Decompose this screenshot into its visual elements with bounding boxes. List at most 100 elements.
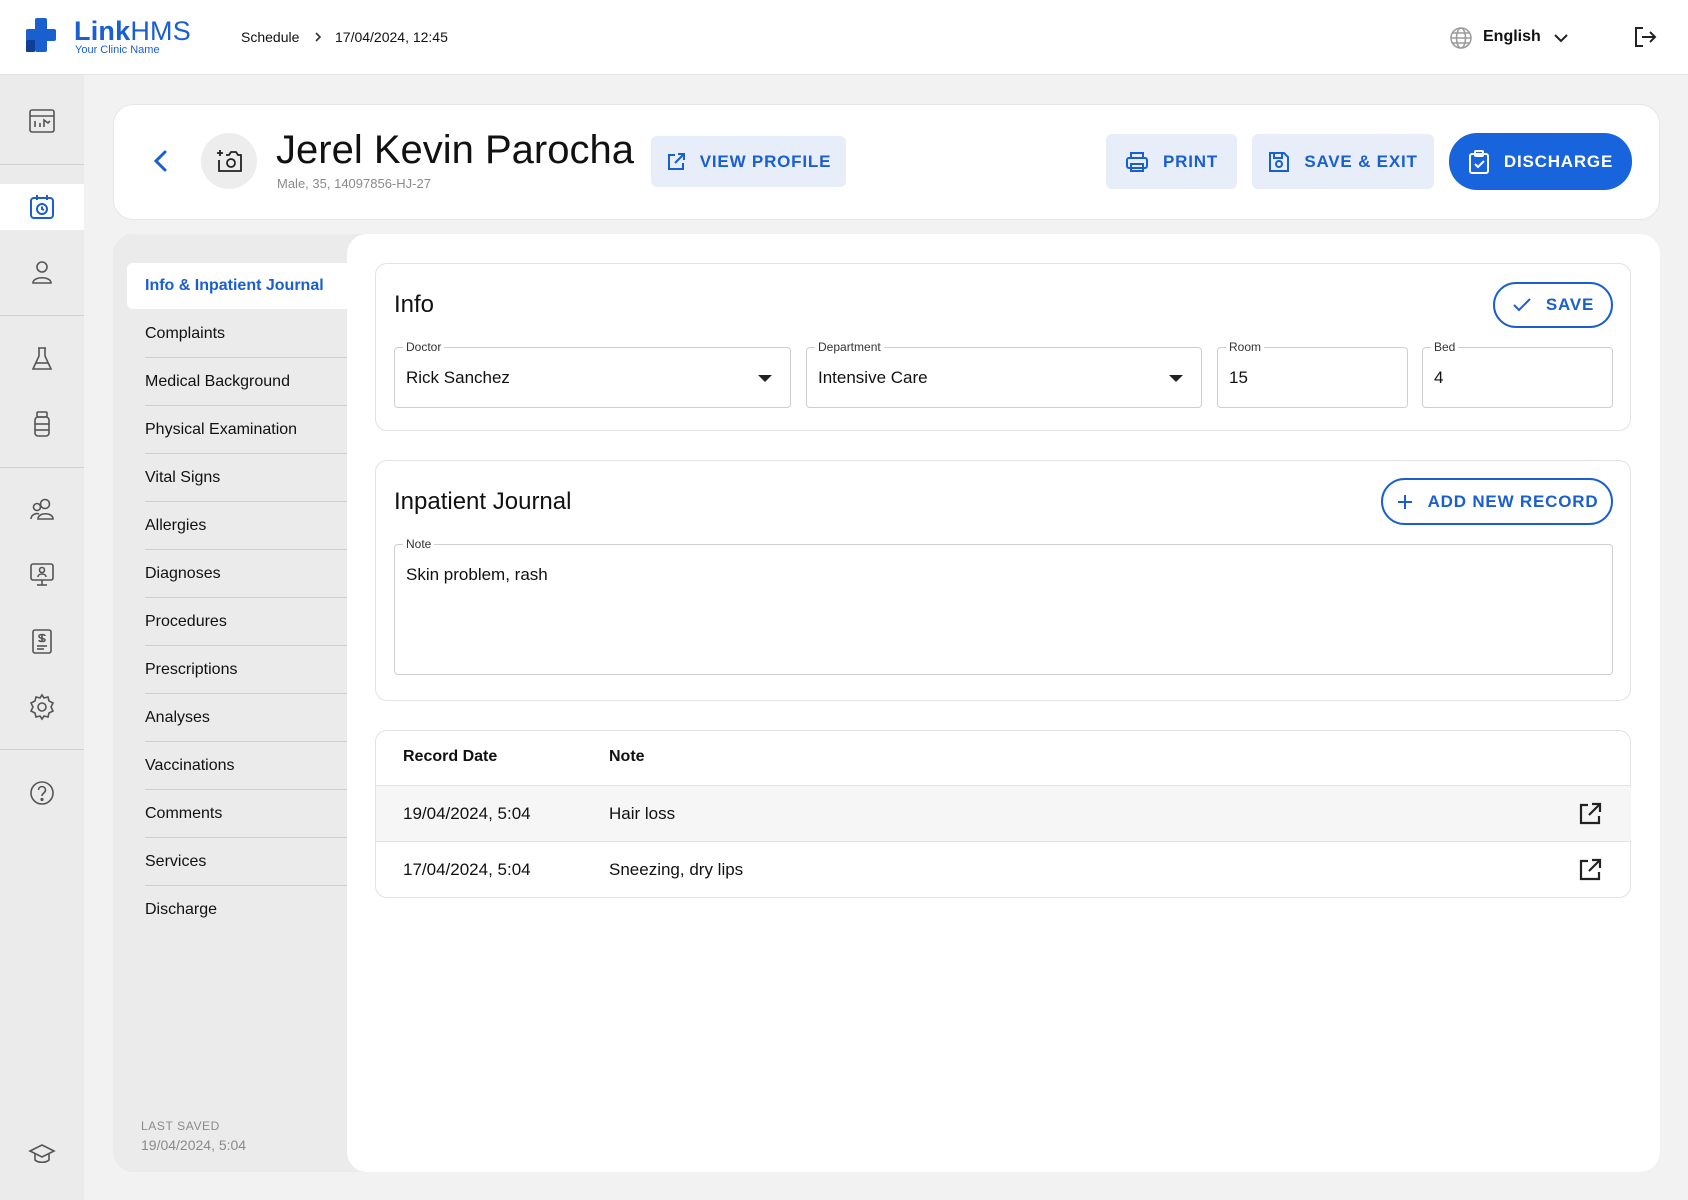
print-label: PRINT xyxy=(1163,151,1218,171)
clinic-name: Your Clinic Name xyxy=(75,44,160,56)
discharge-button[interactable]: DISCHARGE xyxy=(1449,133,1632,190)
print-icon xyxy=(1126,151,1148,172)
room-label: Room xyxy=(1226,340,1265,354)
add-new-record-button[interactable]: ADD NEW RECORD xyxy=(1381,478,1613,525)
bed-label: Bed xyxy=(1431,340,1459,354)
nav-divider xyxy=(145,885,347,886)
save-button[interactable]: SAVE xyxy=(1493,282,1613,328)
room-field[interactable]: Room 15 xyxy=(1217,340,1408,408)
plus-icon xyxy=(1397,494,1412,509)
info-title: Info xyxy=(394,291,435,318)
table-row[interactable]: 19/04/2024, 5:04 Hair loss xyxy=(376,785,1631,841)
nav-divider xyxy=(145,837,347,838)
avatar[interactable] xyxy=(201,133,257,189)
check-icon xyxy=(1513,298,1531,312)
nav-divider xyxy=(145,501,347,502)
staff-icon[interactable] xyxy=(28,495,56,523)
billing-icon[interactable] xyxy=(28,627,56,655)
dashboard-icon[interactable] xyxy=(28,107,56,135)
nav-item-complaints[interactable]: Complaints xyxy=(127,311,347,357)
nav-divider xyxy=(145,453,347,454)
nav-item-info-journal[interactable]: Info & Inpatient Journal xyxy=(127,263,347,309)
doctor-select[interactable]: Doctor Rick Sanchez xyxy=(394,340,791,408)
note-label: Note xyxy=(403,537,435,551)
monitor-icon[interactable] xyxy=(28,560,56,588)
view-profile-button[interactable]: VIEW PROFILE xyxy=(651,136,846,187)
patient-name: Jerel Kevin Parocha xyxy=(276,128,634,172)
education-icon[interactable] xyxy=(28,1140,56,1168)
nav-item-comments[interactable]: Comments xyxy=(127,791,347,837)
record-date: 17/04/2024, 5:04 xyxy=(403,860,531,879)
nav-item-services[interactable]: Services xyxy=(127,839,347,885)
rail-divider xyxy=(0,164,84,165)
top-bar: LinkHMS Your Clinic Name Schedule 17/04/… xyxy=(0,0,1688,75)
print-button[interactable]: PRINT xyxy=(1106,134,1237,189)
save-exit-button[interactable]: SAVE & EXIT xyxy=(1252,134,1434,189)
nav-item-medical-background[interactable]: Medical Background xyxy=(127,359,347,405)
nav-divider xyxy=(145,597,347,598)
department-select[interactable]: Department Intensive Care xyxy=(806,340,1202,408)
record-note: Hair loss xyxy=(609,804,676,823)
globe-icon[interactable] xyxy=(1449,26,1473,50)
app-logo-icon[interactable] xyxy=(26,18,58,52)
nav-item-diagnoses[interactable]: Diagnoses xyxy=(127,551,347,597)
nav-divider xyxy=(145,645,347,646)
nav-item-physical-examination[interactable]: Physical Examination xyxy=(127,407,347,453)
logout-icon[interactable] xyxy=(1632,24,1658,50)
column-header-record-date[interactable]: Record Date xyxy=(403,748,497,766)
nav-item-allergies[interactable]: Allergies xyxy=(127,503,347,549)
help-icon[interactable] xyxy=(28,779,56,807)
view-profile-label: VIEW PROFILE xyxy=(699,151,832,171)
open-record-icon[interactable] xyxy=(1577,801,1603,827)
nav-item-vaccinations[interactable]: Vaccinations xyxy=(127,743,347,789)
bed-field[interactable]: Bed 4 xyxy=(1422,340,1613,408)
nav-divider xyxy=(145,741,347,742)
column-header-note[interactable]: Note xyxy=(609,748,645,766)
settings-icon[interactable] xyxy=(28,693,56,721)
chevron-right-icon xyxy=(315,32,322,42)
last-saved-value: 19/04/2024, 5:04 xyxy=(141,1137,247,1153)
nav-divider xyxy=(145,357,347,358)
last-saved-label: LAST SAVED xyxy=(141,1119,220,1133)
add-photo-icon xyxy=(217,150,242,172)
dropdown-arrow-icon[interactable] xyxy=(758,375,772,382)
doctor-label: Doctor xyxy=(403,340,445,354)
nav-item-analyses[interactable]: Analyses xyxy=(127,695,347,741)
open-record-icon[interactable] xyxy=(1577,857,1603,883)
nav-divider xyxy=(145,405,347,406)
pharmacy-icon[interactable] xyxy=(28,410,56,438)
nav-item-vital-signs[interactable]: Vital Signs xyxy=(127,455,347,501)
rail-divider xyxy=(0,315,84,316)
add-new-record-label: ADD NEW RECORD xyxy=(1427,491,1599,511)
doctor-value: Rick Sanchez xyxy=(406,368,510,387)
schedule-icon[interactable] xyxy=(28,193,56,221)
rail-divider xyxy=(0,749,84,750)
app-name: LinkHMS xyxy=(74,16,191,46)
clipboard-check-icon xyxy=(1468,149,1489,174)
note-value: Skin problem, rash xyxy=(406,565,548,584)
department-value: Intensive Care xyxy=(818,368,928,387)
patient-icon[interactable] xyxy=(28,258,56,286)
journal-title: Inpatient Journal xyxy=(394,488,572,515)
chevron-down-icon[interactable] xyxy=(1552,30,1570,46)
nav-item-prescriptions[interactable]: Prescriptions xyxy=(127,647,347,693)
table-row[interactable]: 17/04/2024, 5:04 Sneezing, dry lips xyxy=(376,841,1631,897)
save-label: SAVE xyxy=(1545,295,1595,314)
nav-divider xyxy=(145,693,347,694)
breadcrumb-schedule[interactable]: Schedule xyxy=(241,29,299,45)
breadcrumb-datetime: 17/04/2024, 12:45 xyxy=(335,29,448,45)
record-note: Sneezing, dry lips xyxy=(609,860,744,879)
external-link-icon xyxy=(667,152,685,170)
back-arrow-icon[interactable] xyxy=(148,147,174,175)
dropdown-arrow-icon[interactable] xyxy=(1169,375,1183,382)
rail-divider xyxy=(0,467,84,468)
lab-icon[interactable] xyxy=(28,345,56,373)
patient-meta: Male, 35, 14097856-HJ-27 xyxy=(277,176,431,191)
floppy-disk-icon xyxy=(1269,151,1290,172)
nav-item-procedures[interactable]: Procedures xyxy=(127,599,347,645)
discharge-label: DISCHARGE xyxy=(1503,151,1614,171)
language-selector[interactable]: English xyxy=(1483,28,1541,46)
department-label: Department xyxy=(815,340,884,354)
nav-item-discharge[interactable]: Discharge xyxy=(127,887,347,933)
note-textarea[interactable]: Note Skin problem, rash xyxy=(394,537,1613,675)
